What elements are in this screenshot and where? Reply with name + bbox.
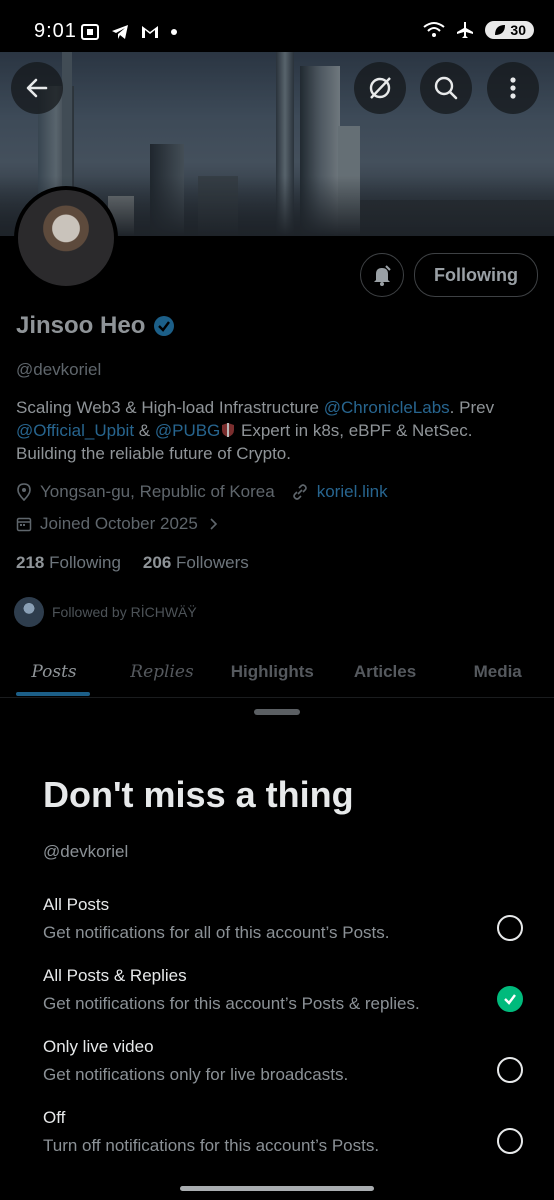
grok-button[interactable] [354,62,406,114]
home-indicator[interactable] [180,1186,374,1191]
bio-text: Expert in k8s, eBPF & NetSec. [236,421,473,440]
radio-all-posts[interactable] [497,915,523,941]
battery-saver-icon [495,25,506,35]
verified-badge-icon [154,316,175,336]
gmail-icon [142,26,158,38]
profile-meta-location: Yongsan-gu, Republic of Korea koriel.lin… [16,482,388,502]
battery-level: 30 [510,22,526,38]
sheet-handle: @devkoriel [43,842,129,861]
more-vertical-icon [510,77,516,99]
notification-settings-button[interactable] [360,253,404,297]
checkmark-icon [504,994,516,1005]
radio-all-posts-replies[interactable] [497,986,523,1012]
followers-label: Followers [176,553,249,572]
tab-posts[interactable]: Posts [0,648,108,696]
followed-by-row[interactable]: Followed by RİCHWÄŸ [14,597,197,627]
followers-count: 206 [142,553,172,572]
option-title: Only live video [43,1037,154,1056]
status-time: 9:01 [34,20,77,42]
profile-name: Jinsoo Heo [16,312,146,339]
tab-highlights[interactable]: Highlights [216,648,329,696]
option-title: All Posts [43,895,110,914]
option-description: Turn off notifications for this account’… [43,1136,380,1155]
chevron-right-icon [210,518,217,530]
avatar[interactable] [14,186,118,290]
profile-website-link[interactable]: koriel.link [317,482,388,502]
bio-text: Scaling Web3 & High-load Infrastructure [16,398,324,417]
back-arrow-icon [26,78,48,98]
bio-text: . Prev [449,398,495,417]
profile-handle: @devkoriel [16,360,102,379]
screenshot-icon [81,24,99,40]
profile-tabs: Posts Replies Highlights Articles Media [0,648,554,696]
following-button[interactable]: Following [414,253,538,297]
followed-by-text: Followed by RİCHWÄŸ [52,604,197,620]
followers-count-link[interactable]: 206 Followers [143,553,249,573]
follow-counts: 218 Following 206 Followers [16,553,249,573]
more-options-button[interactable] [487,62,539,114]
bio-text: Building the reliable future of Crypto. [16,444,291,463]
option-description: Get notifications for all of this accoun… [43,923,390,942]
option-title: Off [43,1108,66,1127]
option-title: All Posts & Replies [43,966,187,985]
location-icon [17,483,31,501]
link-icon [292,484,307,500]
telegram-icon [112,25,128,39]
wifi-icon [423,22,446,37]
radio-live-video[interactable] [497,1057,523,1083]
option-all-posts[interactable]: All Posts Get notifications for all of t… [43,895,523,943]
status-bar: 9:01 30 [0,0,554,52]
shield-emoji-icon [222,423,235,437]
bell-icon [374,265,391,286]
profile-location: Yongsan-gu, Republic of Korea [40,482,275,501]
sheet-drag-handle[interactable] [254,709,300,715]
tab-media[interactable]: Media [441,648,554,696]
search-button[interactable] [420,62,472,114]
tab-replies[interactable]: Replies [108,648,216,696]
following-count-link[interactable]: 218 Following [16,553,121,573]
following-count: 218 [16,553,45,572]
airplane-mode-icon [457,22,474,38]
bio-text: & [134,421,155,440]
option-description: Get notifications only for live broadcas… [43,1065,349,1084]
following-label: Following [49,553,121,572]
profile-meta-joined[interactable]: Joined October 2025 [16,514,220,534]
option-off[interactable]: Off Turn off notifications for this acco… [43,1108,523,1156]
option-all-posts-replies[interactable]: All Posts & Replies Get notifications fo… [43,966,523,1014]
mention-link[interactable]: @PUBG [155,421,220,440]
option-description: Get notifications for this account’s Pos… [43,994,420,1013]
profile-bio: Scaling Web3 & High-load Infrastructure … [16,396,536,465]
profile-header [0,236,554,702]
grok-icon [369,77,391,99]
search-icon [434,76,458,100]
sheet-title: Don't miss a thing [43,774,354,815]
option-live-video[interactable]: Only live video Get notifications only f… [43,1037,523,1085]
mention-link[interactable]: @ChronicleLabs [324,398,450,417]
more-notifications-icon [171,29,177,35]
divider [0,697,554,698]
back-button[interactable] [11,62,63,114]
profile-joined-date: Joined October 2025 [40,514,198,533]
mention-link[interactable]: @Official_Upbit [16,421,134,440]
follower-avatar [14,597,44,627]
battery-indicator: 30 [485,21,534,39]
radio-off[interactable] [497,1128,523,1154]
tab-articles[interactable]: Articles [329,648,442,696]
calendar-icon [16,517,32,532]
